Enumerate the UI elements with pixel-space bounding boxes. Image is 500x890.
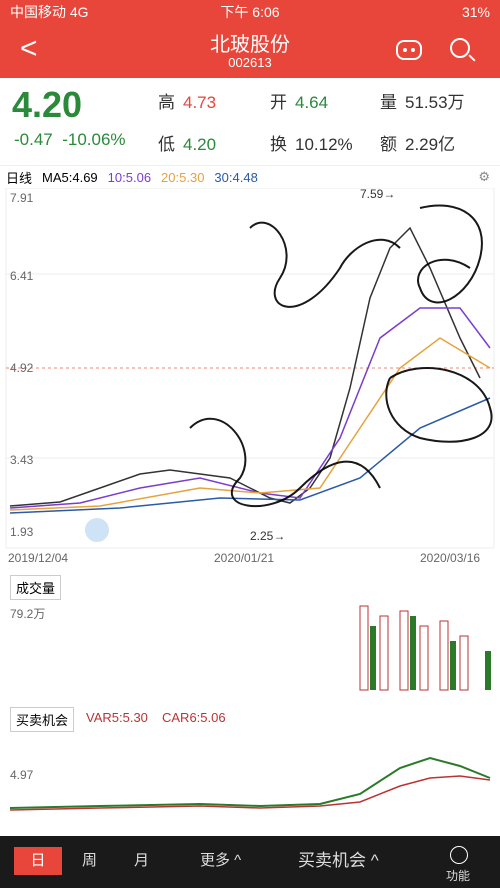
y-tick: 1.93: [10, 525, 34, 539]
period-month-button[interactable]: 月: [134, 847, 149, 875]
y-tick: 3.43: [10, 453, 34, 467]
low-price: 低 4.20: [158, 135, 217, 154]
ma10-label: 10:5.06: [107, 169, 152, 185]
current-price: 4.20: [12, 84, 83, 125]
status-bar: 中国移动 4G 下午 6:06 31%: [0, 0, 500, 24]
header: < 北玻股份 002613: [0, 24, 500, 78]
stock-name: 北玻股份: [210, 34, 290, 56]
amount: 额 2.29亿: [380, 135, 456, 154]
high-annotation: 7.59→: [360, 188, 395, 201]
quote-panel: 4.20 -0.47 -10.06% 高 4.73 低 4.20 开 4.64 换 10…: [0, 78, 500, 166]
stock-code: 002613: [228, 55, 272, 70]
var5-label: VAR5:5.30: [86, 710, 148, 725]
high-price: 高 4.73: [158, 93, 217, 112]
x-tick: 2020/03/16: [420, 551, 480, 565]
ma30-label: 30:4.48: [214, 169, 258, 185]
volume: 量 51.53万: [380, 93, 465, 112]
menu-icon[interactable]: [450, 846, 468, 864]
chart-area[interactable]: 7.91 6.41 4.92 3.43 1.93 7.59→ 2.25→ 201…: [0, 188, 500, 568]
carrier: 中国移动 4G: [10, 4, 89, 20]
low-annotation: 2.25→: [250, 529, 285, 543]
bottom-toolbar: 日 周 月 更多 ^ 买卖机会 ^ 功能: [0, 836, 500, 888]
x-tick: 2020/01/21: [214, 551, 274, 565]
y-tick: 4.92: [10, 361, 34, 375]
ma20-label: 20:5.30: [161, 169, 205, 185]
y-tick: 6.41: [10, 269, 34, 283]
signal-button[interactable]: 买卖机会 ^: [298, 847, 379, 875]
car6-label: CAR6:5.06: [162, 710, 226, 725]
robot-icon[interactable]: [396, 40, 422, 60]
open-price: 开 4.64: [270, 93, 329, 112]
x-tick: 2019/12/04: [8, 551, 68, 565]
settings-icon[interactable]: ⚙: [478, 169, 490, 185]
y-tick: 7.91: [10, 191, 34, 205]
more-button[interactable]: 更多 ^: [200, 847, 241, 875]
ma-toolbar: 日线 MA5:4.69 10:5.06 20:5.30 30:4.48 ⚙: [0, 166, 500, 188]
indicator-chart: [9, 756, 491, 811]
ma5-label: MA5:4.69: [42, 169, 98, 185]
turnover: 换 10.12%: [270, 135, 353, 154]
function-button[interactable]: 功能: [446, 862, 470, 890]
volume-chart: 79.2万: [10, 605, 491, 691]
price-change: -0.47 -10.06%: [14, 130, 126, 149]
period-day-button[interactable]: 日: [14, 847, 62, 875]
period-week-button[interactable]: 周: [82, 847, 97, 875]
clock: 下午 6:06: [220, 4, 280, 20]
volume-tick: 79.2万: [10, 607, 45, 621]
battery: 31%: [461, 4, 490, 20]
expand-icon[interactable]: [85, 518, 109, 542]
search-icon[interactable]: [450, 38, 470, 58]
period-label[interactable]: 日线: [6, 168, 32, 187]
